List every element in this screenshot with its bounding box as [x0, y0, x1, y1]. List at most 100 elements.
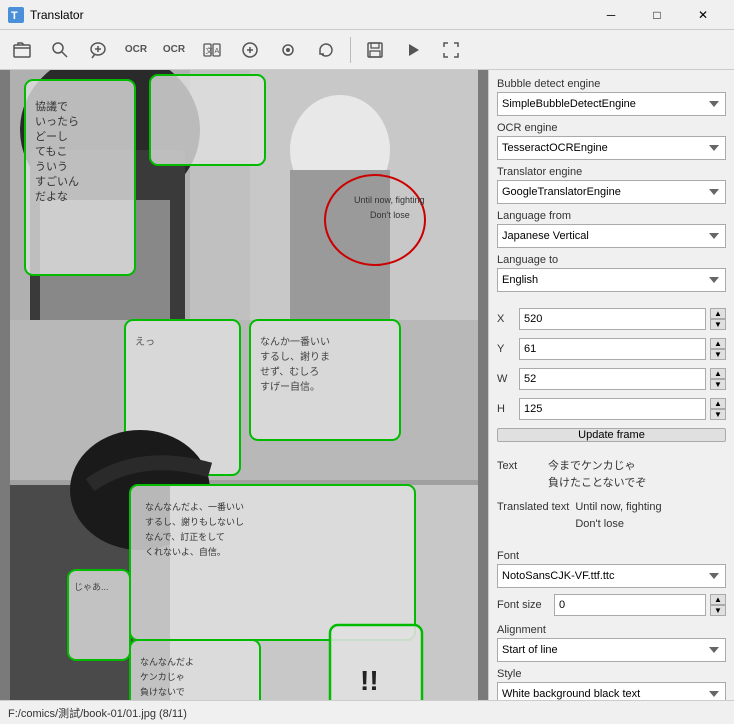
x-down-button[interactable]: ▼	[710, 319, 726, 330]
ocr-engine-select[interactable]: TesseractOCREngine	[497, 136, 726, 160]
font-size-group: Font size ▲ ▼	[497, 594, 726, 616]
alignment-label: Alignment	[497, 624, 726, 636]
w-input[interactable]	[519, 368, 706, 390]
search-button[interactable]	[42, 32, 78, 68]
fullscreen-button[interactable]	[433, 32, 469, 68]
language-from-section: Language from Japanese Vertical	[497, 210, 726, 248]
h-label: H	[497, 403, 515, 415]
page-simulation: 協議で いったら どーし てもこ ういう すごいん だよな Until now,…	[0, 70, 488, 700]
w-spinner: ▲ ▼	[710, 368, 726, 390]
window-title: Translator	[30, 8, 588, 22]
translator-engine-select[interactable]: GoogleTranslatorEngine	[497, 180, 726, 204]
font-size-down-button[interactable]: ▼	[710, 605, 726, 616]
svg-text:するし、謝りま: するし、謝りま	[260, 350, 330, 363]
style-select[interactable]: White background black text	[497, 682, 726, 700]
translator-engine-label: Translator engine	[497, 166, 726, 178]
w-field-group: W ▲ ▼	[497, 368, 726, 390]
preview-button[interactable]	[270, 32, 306, 68]
ocr-button1[interactable]: OCR	[118, 32, 154, 68]
y-down-button[interactable]: ▼	[710, 349, 726, 360]
style-label: Style	[497, 668, 726, 680]
x-label: X	[497, 313, 515, 325]
svg-text:協議で: 協議で	[35, 99, 68, 113]
app-icon: T	[8, 7, 24, 23]
x-up-button[interactable]: ▲	[710, 308, 726, 319]
ocr-engine-section: OCR engine TesseractOCREngine	[497, 122, 726, 160]
ocr-button2[interactable]: OCR	[156, 32, 192, 68]
font-size-up-button[interactable]: ▲	[710, 594, 726, 605]
svg-text:ケンカじゃ: ケンカじゃ	[140, 672, 185, 682]
svg-text:なんか一番いい: なんか一番いい	[260, 336, 330, 348]
alignment-select[interactable]: Start of line	[497, 638, 726, 662]
w-down-button[interactable]: ▼	[710, 379, 726, 390]
svg-text:負けないで: 負けないで	[140, 686, 185, 697]
window-controls: ─ □ ✕	[588, 0, 726, 30]
font-size-input[interactable]	[554, 594, 706, 616]
svg-text:すげー自信。: すげー自信。	[260, 380, 320, 393]
statusbar: F:/comics/測試/book-01/01.jpg (8/11)	[0, 700, 734, 724]
bubble-detect-select[interactable]: SimpleBubbleDetectEngine	[497, 92, 726, 116]
y-input[interactable]	[519, 338, 706, 360]
font-label: Font	[497, 550, 726, 562]
translate-button[interactable]: 文A	[194, 32, 230, 68]
translated-text-section: Translated text Until now, fighting Don'…	[497, 499, 726, 532]
update-frame-button[interactable]: Update frame	[497, 428, 726, 442]
toolbar: OCR OCR 文A	[0, 30, 734, 70]
manga-canvas[interactable]: 協議で いったら どーし てもこ ういう すごいん だよな Until now,…	[0, 70, 488, 700]
y-up-button[interactable]: ▲	[710, 338, 726, 349]
svg-text:!!: !!	[360, 665, 379, 696]
bubble-detect-label: Bubble detect engine	[497, 78, 726, 90]
refresh-button[interactable]	[308, 32, 344, 68]
y-spinner: ▲ ▼	[710, 338, 726, 360]
svg-text:なんで、訂正をして: なんで、訂正をして	[145, 531, 225, 542]
language-from-label: Language from	[497, 210, 726, 222]
minimize-button[interactable]: ─	[588, 0, 634, 30]
maximize-button[interactable]: □	[634, 0, 680, 30]
h-input[interactable]	[519, 398, 706, 420]
svg-text:文: 文	[206, 46, 213, 55]
svg-text:ういう: ういう	[35, 160, 68, 173]
edit-button[interactable]	[232, 32, 268, 68]
svg-text:だよな: だよな	[35, 190, 68, 203]
language-from-select[interactable]: Japanese Vertical	[497, 224, 726, 248]
svg-text:T: T	[11, 10, 18, 22]
titlebar: T Translator ─ □ ✕	[0, 0, 734, 30]
svg-text:すごいん: すごいん	[35, 174, 79, 188]
h-down-button[interactable]: ▼	[710, 409, 726, 420]
close-button[interactable]: ✕	[680, 0, 726, 30]
svg-text:せず、むしろ: せず、むしろ	[260, 366, 319, 378]
y-label: Y	[497, 343, 515, 355]
svg-text:なんなんだよ: なんなんだよ	[140, 657, 194, 667]
status-text: F:/comics/測試/book-01/01.jpg (8/11)	[8, 705, 187, 721]
language-to-label: Language to	[497, 254, 726, 266]
x-spinner: ▲ ▼	[710, 308, 726, 330]
text-value: 今までケンカじゃ 負けたことないでぞ	[548, 458, 726, 491]
add-bubble-button[interactable]	[80, 32, 116, 68]
open-file-button[interactable]	[4, 32, 40, 68]
svg-text:てもこ: てもこ	[35, 145, 67, 158]
main-area: 協議で いったら どーし てもこ ういう すごいん だよな Until now,…	[0, 70, 734, 700]
svg-text:Until now, fighting: Until now, fighting	[354, 195, 425, 205]
play-button[interactable]	[395, 32, 431, 68]
right-panel: Bubble detect engine SimpleBubbleDetectE…	[488, 70, 734, 700]
w-up-button[interactable]: ▲	[710, 368, 726, 379]
h-field-group: H ▲ ▼	[497, 398, 726, 420]
svg-text:なんなんだよ、一番いい: なんなんだよ、一番いい	[145, 501, 244, 512]
bubble-detect-section: Bubble detect engine SimpleBubbleDetectE…	[497, 78, 726, 116]
font-select[interactable]: NotoSansCJK-VF.ttf.ttc	[497, 564, 726, 588]
svg-text:するし、謝りもしないし: するし、謝りもしないし	[145, 516, 244, 527]
text-section: Text 今までケンカじゃ 負けたことないでぞ	[497, 458, 726, 491]
ocr-engine-label: OCR engine	[497, 122, 726, 134]
translated-text-value: Until now, fighting Don't lose	[575, 499, 726, 532]
h-up-button[interactable]: ▲	[710, 398, 726, 409]
svg-text:くれないよ、自信。: くれないよ、自信。	[145, 546, 226, 557]
alignment-section: Alignment Start of line	[497, 624, 726, 662]
save-button[interactable]	[357, 32, 393, 68]
font-size-spinner: ▲ ▼	[710, 594, 726, 616]
text-label: Text	[497, 458, 542, 491]
h-spinner: ▲ ▼	[710, 398, 726, 420]
svg-text:えっ: えっ	[135, 336, 155, 348]
language-to-select[interactable]: English	[497, 268, 726, 292]
svg-text:どーし: どーし	[35, 130, 68, 143]
x-input[interactable]	[519, 308, 706, 330]
